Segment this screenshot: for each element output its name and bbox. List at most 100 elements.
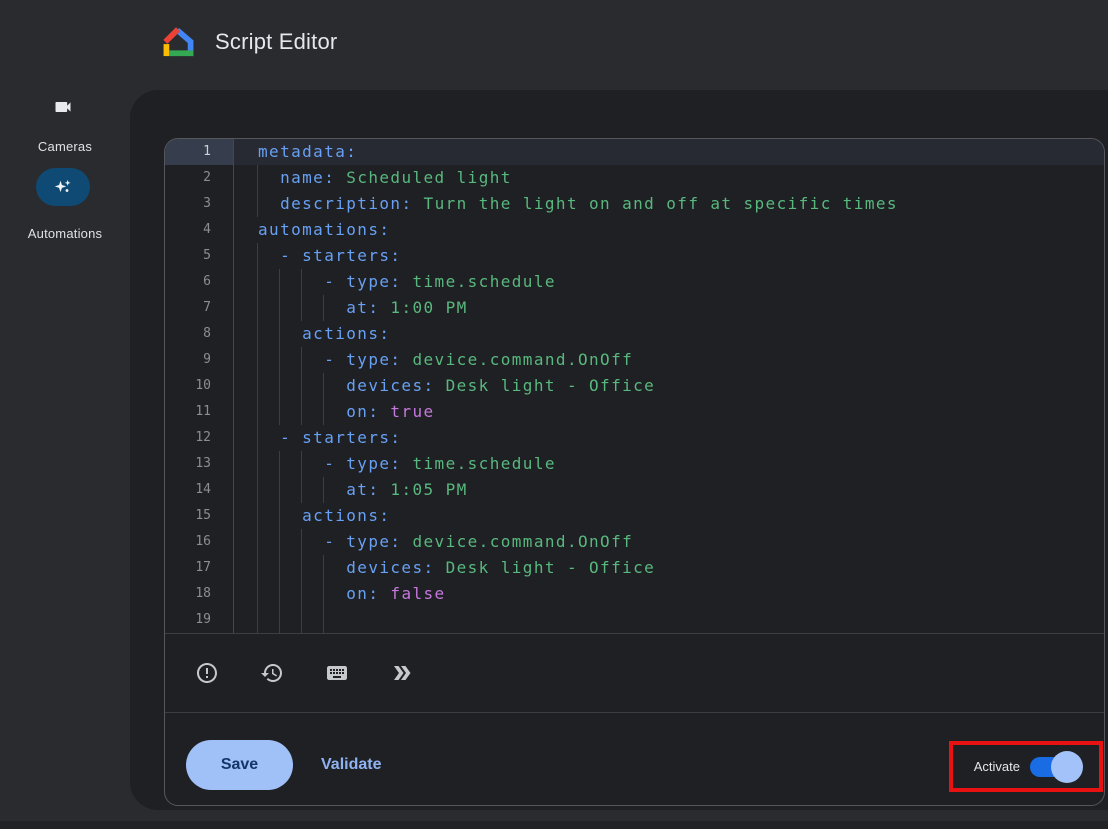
code-line-text: description: Turn the light on and off a… [233, 191, 1104, 217]
double-arrow-icon[interactable] [390, 661, 414, 685]
indent-guide [257, 373, 258, 399]
code-line-text: - starters: [233, 243, 1104, 269]
line-number: 8 [165, 321, 233, 347]
indent-guide [323, 581, 324, 607]
indent-guide [257, 425, 258, 451]
line-number: 12 [165, 425, 233, 451]
line-number: 1 [165, 139, 233, 165]
code-line-text: - type: time.schedule [233, 269, 1104, 295]
indent-guide [257, 321, 258, 347]
code-line[interactable]: 17 devices: Desk light - Office [165, 555, 1104, 581]
gutter-divider [233, 139, 234, 633]
line-number: 4 [165, 217, 233, 243]
indent-guide [279, 269, 280, 295]
line-number: 17 [165, 555, 233, 581]
sidebar-label-cameras: Cameras [0, 139, 130, 154]
indent-guide [301, 373, 302, 399]
code-line-text: on: false [233, 581, 1104, 607]
indent-guide [257, 347, 258, 373]
code-line[interactable]: 10 devices: Desk light - Office [165, 373, 1104, 399]
line-number: 18 [165, 581, 233, 607]
indent-guide [301, 347, 302, 373]
code-line[interactable]: 9 - type: device.command.OnOff [165, 347, 1104, 373]
line-number: 6 [165, 269, 233, 295]
indent-guide [257, 477, 258, 503]
code-line[interactable]: 11 on: true [165, 399, 1104, 425]
indent-guide [257, 165, 258, 191]
indent-guide [257, 529, 258, 555]
code-line-text: at: 1:05 PM [233, 477, 1104, 503]
indent-guide [279, 451, 280, 477]
activate-toggle[interactable] [1030, 757, 1070, 777]
indent-guide [257, 555, 258, 581]
code-line[interactable]: 13 - type: time.schedule [165, 451, 1104, 477]
code-line[interactable]: 1metadata: [165, 139, 1104, 165]
indent-guide [257, 399, 258, 425]
line-number: 13 [165, 451, 233, 477]
google-home-logo-icon [162, 25, 195, 58]
indent-guide [323, 607, 324, 633]
validate-button[interactable]: Validate [321, 740, 381, 790]
sparkle-icon [53, 177, 73, 197]
automations-active-pill[interactable] [36, 168, 90, 206]
indent-guide [257, 503, 258, 529]
indent-guide [301, 529, 302, 555]
code-line[interactable]: 19 [165, 607, 1104, 633]
sidebar: Cameras Automations [0, 0, 130, 829]
sidebar-label-automations: Automations [0, 226, 130, 241]
code-line-text: at: 1:00 PM [233, 295, 1104, 321]
indent-guide [323, 295, 324, 321]
code-line-text: - type: device.command.OnOff [233, 529, 1104, 555]
line-number: 5 [165, 243, 233, 269]
code-line-text: devices: Desk light - Office [233, 373, 1104, 399]
line-number: 2 [165, 165, 233, 191]
indent-guide [257, 243, 258, 269]
code-line[interactable]: 14 at: 1:05 PM [165, 477, 1104, 503]
indent-guide [301, 399, 302, 425]
videocam-icon [53, 97, 73, 117]
line-number: 7 [165, 295, 233, 321]
code-line-text: metadata: [233, 139, 1104, 165]
indent-guide [323, 477, 324, 503]
history-icon[interactable] [260, 661, 284, 685]
indent-guide [279, 529, 280, 555]
activate-cluster: Activate [950, 741, 1104, 792]
script-editor-card: 1metadata:2 name: Scheduled light3 descr… [164, 138, 1105, 806]
error-outline-icon[interactable] [195, 661, 219, 685]
code-line-text: - type: device.command.OnOff [233, 347, 1104, 373]
indent-guide [279, 399, 280, 425]
indent-guide [323, 399, 324, 425]
page-title: Script Editor [215, 29, 337, 55]
indent-guide [257, 269, 258, 295]
indent-guide [257, 451, 258, 477]
code-line-text: automations: [233, 217, 1104, 243]
indent-guide [279, 321, 280, 347]
code-line[interactable]: 4automations: [165, 217, 1104, 243]
indent-guide [301, 555, 302, 581]
code-line[interactable]: 2 name: Scheduled light [165, 165, 1104, 191]
line-number: 15 [165, 503, 233, 529]
indent-guide [279, 295, 280, 321]
code-line[interactable]: 5 - starters: [165, 243, 1104, 269]
keyboard-icon[interactable] [325, 661, 349, 685]
code-line[interactable]: 8 actions: [165, 321, 1104, 347]
code-line[interactable]: 6 - type: time.schedule [165, 269, 1104, 295]
code-line[interactable]: 12 - starters: [165, 425, 1104, 451]
code-line-text: actions: [233, 503, 1104, 529]
save-button[interactable]: Save [186, 740, 293, 790]
line-number: 9 [165, 347, 233, 373]
indent-guide [257, 607, 258, 633]
code-line[interactable]: 7 at: 1:00 PM [165, 295, 1104, 321]
indent-guide [301, 581, 302, 607]
indent-guide [257, 581, 258, 607]
code-line[interactable]: 18 on: false [165, 581, 1104, 607]
code-line[interactable]: 15 actions: [165, 503, 1104, 529]
code-line[interactable]: 3 description: Turn the light on and off… [165, 191, 1104, 217]
indent-guide [279, 607, 280, 633]
indent-guide [279, 347, 280, 373]
indent-guide [323, 373, 324, 399]
indent-guide [279, 477, 280, 503]
code-editor[interactable]: 1metadata:2 name: Scheduled light3 descr… [165, 139, 1104, 633]
line-number: 10 [165, 373, 233, 399]
code-line[interactable]: 16 - type: device.command.OnOff [165, 529, 1104, 555]
